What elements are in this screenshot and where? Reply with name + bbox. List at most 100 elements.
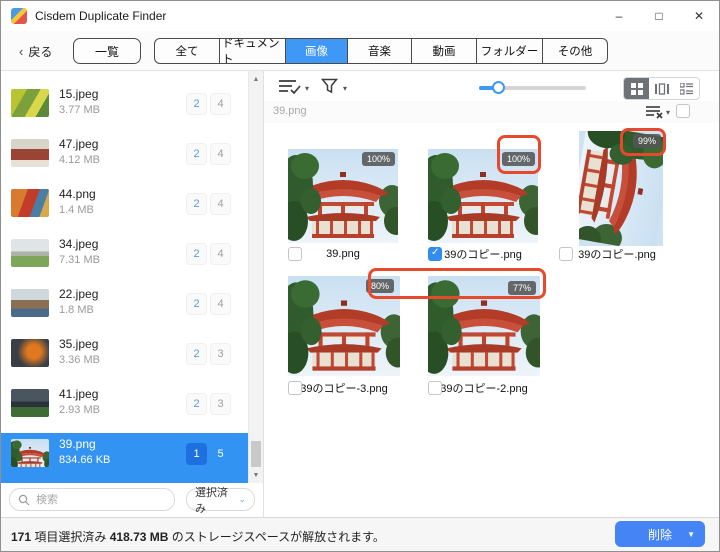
maximize-button[interactable]: □ (639, 1, 679, 31)
selected-count-badge: 2 (186, 343, 207, 365)
duplicate-groups-list: 15.jpeg 3.77 MB 24 47.jpeg 4.12 MB 24 44… (1, 71, 249, 483)
annotation-highlight (497, 135, 541, 174)
scrollbar-thumb[interactable] (251, 441, 261, 467)
search-input[interactable] (36, 494, 156, 506)
match-percent-badge: 100% (362, 152, 395, 166)
total-count-badge: 4 (210, 93, 231, 115)
reclaim-size: 418.73 MB (110, 530, 169, 544)
total-count-badge: 4 (210, 143, 231, 165)
delete-button[interactable]: 削除 ▼ (615, 521, 705, 547)
list-item[interactable]: 34.jpeg 7.31 MB 24 (1, 233, 249, 283)
photo-checkbox[interactable] (428, 381, 442, 395)
back-button[interactable]: ‹ 戻る (19, 43, 52, 60)
group-label: 39.png (273, 105, 307, 117)
app-icon (11, 8, 27, 24)
photo-checkbox[interactable] (288, 381, 302, 395)
list-item[interactable]: 41.jpeg 2.93 MB 23 (1, 383, 249, 433)
file-thumbnail (11, 389, 49, 417)
window-title: Cisdem Duplicate Finder (35, 9, 166, 23)
file-size: 7.31 MB (59, 254, 100, 266)
clear-selection-icon[interactable] (646, 105, 664, 119)
photo-checkbox[interactable] (559, 247, 573, 261)
clear-selection-caret-icon[interactable]: ▾ (666, 108, 670, 117)
photo-label-row: 39のコピー.png (428, 246, 538, 262)
status-bar: 171 項目選択済み 418.73 MB のストレージスペースが解放されます。 … (1, 517, 719, 551)
file-name: 22.jpeg (59, 287, 98, 301)
sort-caret-icon[interactable]: ▾ (305, 84, 309, 93)
group-select-checkbox[interactable] (676, 104, 690, 118)
list-item[interactable]: 35.jpeg 3.36 MB 23 (1, 333, 249, 383)
sidebar-scrollbar[interactable]: ▲ ▼ (248, 71, 263, 483)
file-size: 834.66 KB (59, 454, 110, 466)
file-size: 2.93 MB (59, 404, 100, 416)
slider-thumb[interactable] (492, 81, 505, 94)
photo-label-row: 39のコピー-3.png (288, 380, 400, 396)
photo-checkbox[interactable] (428, 247, 442, 261)
delete-dropdown-icon[interactable]: ▼ (687, 530, 695, 539)
column-view-button[interactable] (649, 78, 674, 99)
photo-label-row: 39のコピー.png (559, 246, 675, 262)
list-item[interactable]: 15.jpeg 3.77 MB 24 (1, 83, 249, 133)
selection-filter-dropdown[interactable]: 選択済み ⌄ (186, 488, 255, 511)
total-count-badge: 3 (210, 393, 231, 415)
file-thumbnail (11, 339, 49, 367)
photo-name: 39のコピー-2.png (428, 380, 540, 396)
tab-videos[interactable]: 動画 (412, 39, 477, 63)
total-count-badge: 3 (210, 343, 231, 365)
total-count-badge: 4 (210, 193, 231, 215)
selected-count-badge: 2 (186, 143, 207, 165)
title-bar: Cisdem Duplicate Finder – □ ✕ (1, 1, 719, 31)
search-icon (18, 494, 30, 506)
minimize-button[interactable]: – (599, 1, 639, 31)
tab-images[interactable]: 画像 (286, 39, 348, 63)
filter-icon[interactable] (321, 78, 338, 94)
thumbnail-size-slider[interactable] (479, 86, 586, 90)
file-name: 41.jpeg (59, 387, 98, 401)
photo-name: 39のコピー-3.png (288, 380, 400, 396)
app-window: Cisdem Duplicate Finder – □ ✕ ‹ 戻る 一覧 全て… (0, 0, 720, 552)
tab-music[interactable]: 音楽 (348, 39, 412, 63)
tab-all[interactable]: 全て (155, 39, 220, 63)
duplicates-panel: ▾ ▾ (264, 71, 719, 517)
scroll-down-icon[interactable]: ▼ (249, 468, 263, 482)
tab-folders[interactable]: フォルダー (477, 39, 543, 63)
close-button[interactable]: ✕ (679, 1, 719, 31)
photo-name: 39のコピー.png (428, 246, 538, 262)
photo-name: 39のコピー.png (559, 246, 675, 262)
tab-others[interactable]: その他 (543, 39, 607, 63)
list-item[interactable]: 44.png 1.4 MB 24 (1, 183, 249, 233)
selected-count-badge: 1 (186, 443, 207, 465)
photo-checkbox[interactable] (288, 247, 302, 261)
selected-count: 171 (11, 530, 31, 544)
list-item[interactable]: 47.jpeg 4.12 MB 24 (1, 133, 249, 183)
filter-caret-icon[interactable]: ▾ (343, 84, 347, 93)
selection-filter-label: 選択済み (195, 484, 238, 516)
annotation-highlight (368, 268, 546, 299)
file-name: 35.jpeg (59, 337, 98, 351)
scroll-up-icon[interactable]: ▲ (249, 72, 263, 86)
file-size: 3.77 MB (59, 104, 100, 116)
sort-icon[interactable] (279, 79, 302, 95)
sidebar: 15.jpeg 3.77 MB 24 47.jpeg 4.12 MB 24 44… (1, 71, 264, 517)
list-view-button[interactable]: 一覧 (73, 38, 141, 64)
file-size: 4.12 MB (59, 154, 100, 166)
column-view-icon (655, 83, 669, 95)
tab-documents[interactable]: ドキュメント (220, 39, 286, 63)
list-view-icon (680, 83, 693, 95)
total-count-badge: 4 (210, 293, 231, 315)
duplicate-photo[interactable]: 100% (288, 149, 398, 243)
total-count-badge: 5 (210, 443, 231, 465)
selected-count-badge: 2 (186, 93, 207, 115)
list-item-selected[interactable]: 39.png 834.66 KB 15 (1, 433, 249, 483)
selected-count-badge: 2 (186, 243, 207, 265)
file-name: 34.jpeg (59, 237, 98, 251)
category-tabs: 全て ドキュメント 画像 音楽 動画 フォルダー その他 (154, 38, 608, 64)
file-name: 47.jpeg (59, 137, 98, 151)
list-item[interactable]: 22.jpeg 1.8 MB 24 (1, 283, 249, 333)
reclaim-label: のストレージスペースが解放されます。 (172, 530, 385, 544)
list-view-button[interactable] (674, 78, 699, 99)
annotation-highlight (620, 128, 666, 156)
search-box[interactable] (9, 488, 175, 511)
grid-view-button[interactable] (624, 78, 649, 99)
file-name: 39.png (59, 437, 96, 451)
